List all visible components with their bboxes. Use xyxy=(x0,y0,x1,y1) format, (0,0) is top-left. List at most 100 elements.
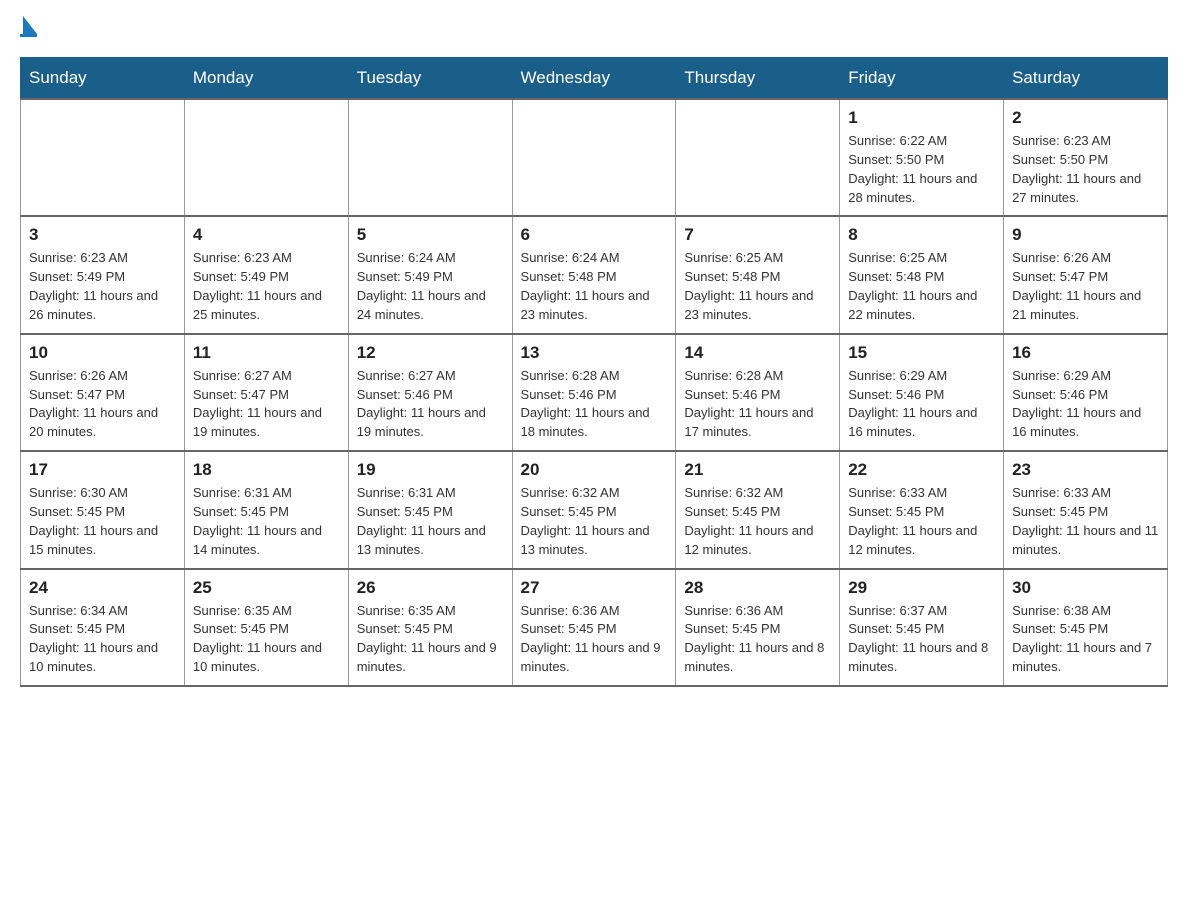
day-number: 26 xyxy=(357,578,504,598)
calendar-cell: 18 Sunrise: 6:31 AM Sunset: 5:45 PM Dayli… xyxy=(184,451,348,568)
day-info: Sunrise: 6:32 AM Sunset: 5:45 PM Dayligh… xyxy=(684,484,831,559)
calendar-cell: 30 Sunrise: 6:38 AM Sunset: 5:45 PM Dayli… xyxy=(1004,569,1168,686)
day-number: 20 xyxy=(521,460,668,480)
day-number: 21 xyxy=(684,460,831,480)
col-header-tuesday: Tuesday xyxy=(348,58,512,100)
day-number: 1 xyxy=(848,108,995,128)
calendar-week-3: 10 Sunrise: 6:26 AM Sunset: 5:47 PM Dayli… xyxy=(21,334,1168,451)
calendar-cell: 22 Sunrise: 6:33 AM Sunset: 5:45 PM Dayli… xyxy=(840,451,1004,568)
day-number: 2 xyxy=(1012,108,1159,128)
col-header-monday: Monday xyxy=(184,58,348,100)
day-number: 29 xyxy=(848,578,995,598)
calendar-cell: 7Sunrise: 6:25 AM Sunset: 5:48 PM Daylig… xyxy=(676,216,840,333)
calendar-cell: 20 Sunrise: 6:32 AM Sunset: 5:45 PM Dayli… xyxy=(512,451,676,568)
day-number: 3 xyxy=(29,225,176,245)
day-info: Sunrise: 6:23 AM Sunset: 5:49 PM Dayligh… xyxy=(193,249,340,324)
day-info: Sunrise: 6:38 AM Sunset: 5:45 PM Dayligh… xyxy=(1012,602,1159,677)
day-number: 13 xyxy=(521,343,668,363)
day-info: Sunrise: 6:25 AM Sunset: 5:48 PM Dayligh… xyxy=(684,249,831,324)
calendar-cell: 21 Sunrise: 6:32 AM Sunset: 5:45 PM Dayli… xyxy=(676,451,840,568)
day-number: 6 xyxy=(521,225,668,245)
day-number: 17 xyxy=(29,460,176,480)
day-number: 4 xyxy=(193,225,340,245)
calendar-header-row: SundayMondayTuesdayWednesdayThursdayFrid… xyxy=(21,58,1168,100)
calendar-cell xyxy=(21,99,185,216)
calendar-cell: 8 Sunrise: 6:25 AM Sunset: 5:48 PM Daylig… xyxy=(840,216,1004,333)
calendar-cell: 10 Sunrise: 6:26 AM Sunset: 5:47 PM Dayli… xyxy=(21,334,185,451)
day-number: 15 xyxy=(848,343,995,363)
calendar-cell: 3 Sunrise: 6:23 AM Sunset: 5:49 PM Daylig… xyxy=(21,216,185,333)
day-number: 28 xyxy=(684,578,831,598)
day-info: Sunrise: 6:25 AM Sunset: 5:48 PM Dayligh… xyxy=(848,249,995,324)
day-info: Sunrise: 6:36 AM Sunset: 5:45 PM Dayligh… xyxy=(684,602,831,677)
day-info: Sunrise: 6:37 AM Sunset: 5:45 PM Dayligh… xyxy=(848,602,995,677)
day-info: Sunrise: 6:35 AM Sunset: 5:45 PM Dayligh… xyxy=(193,602,340,677)
day-number: 27 xyxy=(521,578,668,598)
day-info: Sunrise: 6:30 AM Sunset: 5:45 PM Dayligh… xyxy=(29,484,176,559)
day-info: Sunrise: 6:32 AM Sunset: 5:45 PM Dayligh… xyxy=(521,484,668,559)
calendar-cell: 15 Sunrise: 6:29 AM Sunset: 5:46 PM Dayli… xyxy=(840,334,1004,451)
calendar-cell: 19 Sunrise: 6:31 AM Sunset: 5:45 PM Dayli… xyxy=(348,451,512,568)
day-number: 10 xyxy=(29,343,176,363)
day-info: Sunrise: 6:31 AM Sunset: 5:45 PM Dayligh… xyxy=(193,484,340,559)
calendar-cell: 4 Sunrise: 6:23 AM Sunset: 5:49 PM Daylig… xyxy=(184,216,348,333)
calendar-cell: 11 Sunrise: 6:27 AM Sunset: 5:47 PM Dayli… xyxy=(184,334,348,451)
day-number: 12 xyxy=(357,343,504,363)
day-info: Sunrise: 6:29 AM Sunset: 5:46 PM Dayligh… xyxy=(1012,367,1159,442)
col-header-wednesday: Wednesday xyxy=(512,58,676,100)
calendar-cell: 29 Sunrise: 6:37 AM Sunset: 5:45 PM Dayli… xyxy=(840,569,1004,686)
calendar-cell: 24 Sunrise: 6:34 AM Sunset: 5:45 PM Dayli… xyxy=(21,569,185,686)
calendar-cell: 5Sunrise: 6:24 AM Sunset: 5:49 PM Daylig… xyxy=(348,216,512,333)
calendar-week-2: 3 Sunrise: 6:23 AM Sunset: 5:49 PM Daylig… xyxy=(21,216,1168,333)
col-header-saturday: Saturday xyxy=(1004,58,1168,100)
day-info: Sunrise: 6:34 AM Sunset: 5:45 PM Dayligh… xyxy=(29,602,176,677)
calendar-week-1: 1 Sunrise: 6:22 AM Sunset: 5:50 PM Daylig… xyxy=(21,99,1168,216)
day-info: Sunrise: 6:31 AM Sunset: 5:45 PM Dayligh… xyxy=(357,484,504,559)
day-number: 22 xyxy=(848,460,995,480)
calendar-cell: 12 Sunrise: 6:27 AM Sunset: 5:46 PM Dayli… xyxy=(348,334,512,451)
day-number: 30 xyxy=(1012,578,1159,598)
calendar-cell: 28 Sunrise: 6:36 AM Sunset: 5:45 PM Dayli… xyxy=(676,569,840,686)
day-info: Sunrise: 6:27 AM Sunset: 5:47 PM Dayligh… xyxy=(193,367,340,442)
day-info: Sunrise: 6:33 AM Sunset: 5:45 PM Dayligh… xyxy=(1012,484,1159,559)
calendar-cell: 2 Sunrise: 6:23 AM Sunset: 5:50 PM Daylig… xyxy=(1004,99,1168,216)
calendar-cell: 16Sunrise: 6:29 AM Sunset: 5:46 PM Dayli… xyxy=(1004,334,1168,451)
calendar-cell xyxy=(676,99,840,216)
calendar-cell xyxy=(348,99,512,216)
day-info: Sunrise: 6:35 AM Sunset: 5:45 PM Dayligh… xyxy=(357,602,504,677)
day-info: Sunrise: 6:22 AM Sunset: 5:50 PM Dayligh… xyxy=(848,132,995,207)
day-info: Sunrise: 6:27 AM Sunset: 5:46 PM Dayligh… xyxy=(357,367,504,442)
day-number: 14 xyxy=(684,343,831,363)
col-header-friday: Friday xyxy=(840,58,1004,100)
calendar-cell: 17 Sunrise: 6:30 AM Sunset: 5:45 PM Dayli… xyxy=(21,451,185,568)
day-info: Sunrise: 6:29 AM Sunset: 5:46 PM Dayligh… xyxy=(848,367,995,442)
day-info: Sunrise: 6:36 AM Sunset: 5:45 PM Dayligh… xyxy=(521,602,668,677)
day-number: 19 xyxy=(357,460,504,480)
calendar-cell: 6 Sunrise: 6:24 AM Sunset: 5:48 PM Daylig… xyxy=(512,216,676,333)
day-info: Sunrise: 6:28 AM Sunset: 5:46 PM Dayligh… xyxy=(521,367,668,442)
day-number: 18 xyxy=(193,460,340,480)
day-info: Sunrise: 6:33 AM Sunset: 5:45 PM Dayligh… xyxy=(848,484,995,559)
day-number: 5 xyxy=(357,225,504,245)
calendar-cell: 26 Sunrise: 6:35 AM Sunset: 5:45 PM Dayli… xyxy=(348,569,512,686)
calendar-cell xyxy=(184,99,348,216)
calendar-cell: 27 Sunrise: 6:36 AM Sunset: 5:45 PM Dayli… xyxy=(512,569,676,686)
day-info: Sunrise: 6:26 AM Sunset: 5:47 PM Dayligh… xyxy=(1012,249,1159,324)
day-number: 8 xyxy=(848,225,995,245)
day-info: Sunrise: 6:23 AM Sunset: 5:49 PM Dayligh… xyxy=(29,249,176,324)
day-number: 11 xyxy=(193,343,340,363)
logo-underline xyxy=(20,34,37,37)
logo xyxy=(20,20,37,37)
calendar-week-5: 24 Sunrise: 6:34 AM Sunset: 5:45 PM Dayli… xyxy=(21,569,1168,686)
day-number: 23 xyxy=(1012,460,1159,480)
day-info: Sunrise: 6:26 AM Sunset: 5:47 PM Dayligh… xyxy=(29,367,176,442)
calendar-cell: 23 Sunrise: 6:33 AM Sunset: 5:45 PM Dayli… xyxy=(1004,451,1168,568)
calendar-cell: 13 Sunrise: 6:28 AM Sunset: 5:46 PM Dayli… xyxy=(512,334,676,451)
calendar-cell: 25Sunrise: 6:35 AM Sunset: 5:45 PM Dayli… xyxy=(184,569,348,686)
day-info: Sunrise: 6:23 AM Sunset: 5:50 PM Dayligh… xyxy=(1012,132,1159,207)
calendar-cell xyxy=(512,99,676,216)
day-info: Sunrise: 6:24 AM Sunset: 5:48 PM Dayligh… xyxy=(521,249,668,324)
day-number: 24 xyxy=(29,578,176,598)
calendar-cell: 1 Sunrise: 6:22 AM Sunset: 5:50 PM Daylig… xyxy=(840,99,1004,216)
calendar-cell: 14Sunrise: 6:28 AM Sunset: 5:46 PM Dayli… xyxy=(676,334,840,451)
